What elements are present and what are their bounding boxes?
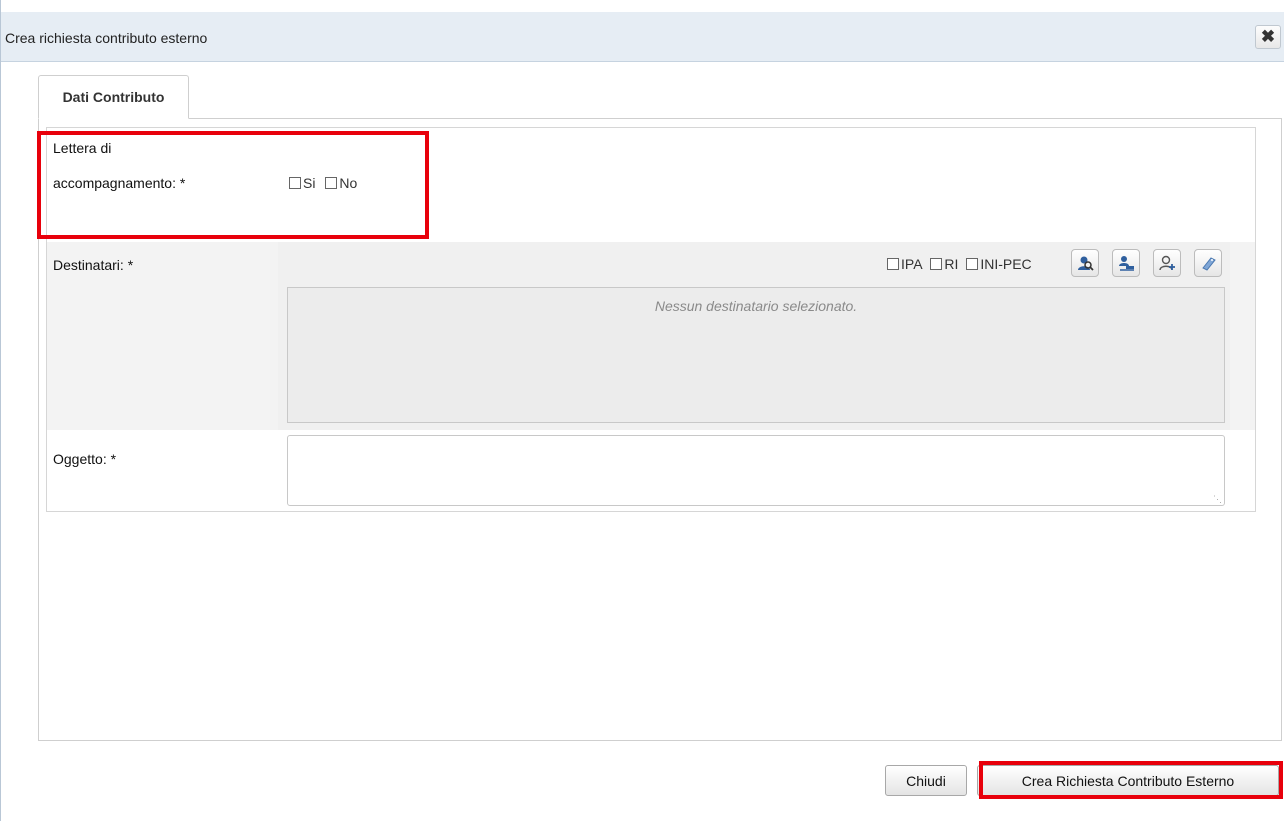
- lettera-label-line1: Lettera di: [53, 140, 112, 156]
- lettera-label-line2: accompagnamento: *: [53, 175, 186, 191]
- search-recipient-icon: [1078, 256, 1094, 271]
- lettera-options: Si No: [289, 175, 363, 191]
- recipients-list: Nessun destinatario selezionato.: [287, 287, 1225, 423]
- checkbox-ri-label: RI: [944, 256, 959, 272]
- create-request-button[interactable]: Crea Richiesta Contributo Esterno: [977, 765, 1279, 796]
- destinatari-label: Destinatari: *: [53, 257, 134, 273]
- dialog-titlebar: Crea richiesta contributo esterno: [1, 12, 1284, 62]
- add-recipient-button[interactable]: [1153, 249, 1181, 277]
- destinatari-filters: IPA RI INI-PEC: [887, 256, 1038, 272]
- search-recipient-button[interactable]: [1071, 249, 1099, 277]
- oggetto-textarea[interactable]: [287, 435, 1225, 506]
- tag-icon: [1202, 257, 1216, 271]
- close-icon: ✖: [1260, 27, 1276, 46]
- checkbox-ini-pec-label: INI-PEC: [980, 256, 1032, 272]
- checkbox-ri[interactable]: [930, 258, 943, 270]
- checkbox-si[interactable]: [289, 177, 301, 189]
- checkbox-ipa-label: IPA: [901, 256, 923, 272]
- tab-dati-contributo[interactable]: Dati Contributo: [38, 75, 189, 119]
- oggetto-label: Oggetto: *: [53, 451, 117, 467]
- recipients-empty-text: Nessun destinatario selezionato.: [654, 298, 858, 314]
- recipient-group-icon: [1119, 256, 1134, 271]
- checkbox-no-label: No: [339, 175, 358, 191]
- recipient-group-button[interactable]: [1112, 249, 1140, 277]
- create-contribution-dialog: Crea richiesta contributo esterno ✖ Dati…: [0, 0, 1284, 821]
- tag-button[interactable]: [1194, 249, 1222, 277]
- checkbox-si-label: Si: [303, 175, 316, 191]
- close-dialog-button[interactable]: Chiudi: [885, 765, 967, 796]
- checkbox-ini-pec[interactable]: [966, 258, 979, 270]
- checkbox-no[interactable]: [325, 177, 338, 189]
- dialog-title: Crea richiesta contributo esterno: [5, 30, 208, 46]
- add-recipient-icon: [1159, 255, 1175, 271]
- close-button[interactable]: ✖: [1255, 25, 1281, 49]
- checkbox-ipa[interactable]: [887, 258, 899, 270]
